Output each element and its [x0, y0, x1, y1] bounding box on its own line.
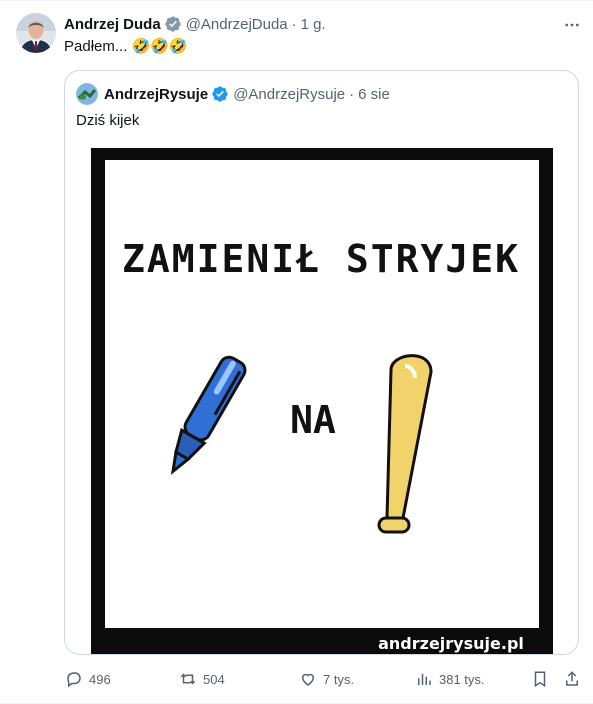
- tweet-text: Padłem... 🤣🤣🤣: [64, 36, 188, 57]
- retweet-button[interactable]: 504: [178, 668, 225, 690]
- quote-avatar-icon: [76, 83, 98, 105]
- quote-author-name[interactable]: AndrzejRysuje: [104, 86, 208, 103]
- heart-icon: [298, 669, 318, 689]
- tweet-text-body: Padłem...: [64, 38, 128, 55]
- quote-text: Dziś kijek: [76, 112, 140, 129]
- quote-author-avatar[interactable]: [76, 83, 98, 105]
- views-chart-icon: [414, 669, 434, 689]
- cartoon-middle-word: NA: [290, 398, 336, 442]
- share-icon: [562, 669, 582, 689]
- more-options-icon[interactable]: [560, 13, 584, 37]
- like-button[interactable]: 7 tys.: [298, 668, 354, 690]
- retweet-icon: [178, 669, 198, 689]
- quote-header: AndrzejRysuje @AndrzejRysuje · 6 sie: [76, 83, 390, 105]
- author-name[interactable]: Andrzej Duda: [64, 16, 161, 33]
- quote-verified-badge-icon: [211, 85, 229, 103]
- cartoon-caption: ZAMIENIŁ STRYJEK: [122, 237, 520, 281]
- author-avatar[interactable]: [16, 13, 56, 53]
- quote-time[interactable]: 6 sie: [358, 86, 390, 103]
- bookmark-button[interactable]: [530, 668, 555, 690]
- quoted-tweet[interactable]: AndrzejRysuje @AndrzejRysuje · 6 sie Dzi…: [64, 70, 579, 655]
- cartoon-illustration: ZAMIENIŁ STRYJEK NA andrzejrysuje.pl: [91, 148, 553, 654]
- reply-button[interactable]: 496: [64, 668, 111, 690]
- quote-author-handle[interactable]: @AndrzejRysuje: [233, 86, 345, 103]
- views-button[interactable]: 381 tys.: [414, 668, 485, 690]
- share-button[interactable]: [562, 668, 587, 690]
- verified-badge-icon: [164, 15, 182, 33]
- tweet-time[interactable]: 1 g.: [301, 16, 326, 33]
- quote-image[interactable]: ZAMIENIŁ STRYJEK NA andrzejrysuje.pl: [91, 148, 553, 654]
- tweet-header: Andrzej Duda @AndrzejDuda · 1 g.: [64, 14, 326, 34]
- cartoon-watermark: andrzejrysuje.pl: [378, 634, 524, 653]
- action-bar: 496 504 7 tys. 381 tys.: [0, 668, 593, 690]
- reply-count: 496: [89, 671, 111, 687]
- author-handle[interactable]: @AndrzejDuda: [186, 16, 288, 33]
- retweet-count: 504: [203, 671, 225, 687]
- quote-separator-dot: ·: [349, 85, 355, 103]
- views-count: 381 tys.: [439, 671, 485, 687]
- reply-icon: [64, 669, 84, 689]
- tweet[interactable]: Andrzej Duda @AndrzejDuda · 1 g. Padłem.…: [0, 0, 593, 704]
- profile-photo-icon: [16, 13, 56, 53]
- like-count: 7 tys.: [323, 671, 355, 687]
- separator-dot: ·: [291, 15, 297, 33]
- bookmark-icon: [530, 669, 550, 689]
- tweet-emojis: 🤣🤣🤣: [131, 37, 188, 55]
